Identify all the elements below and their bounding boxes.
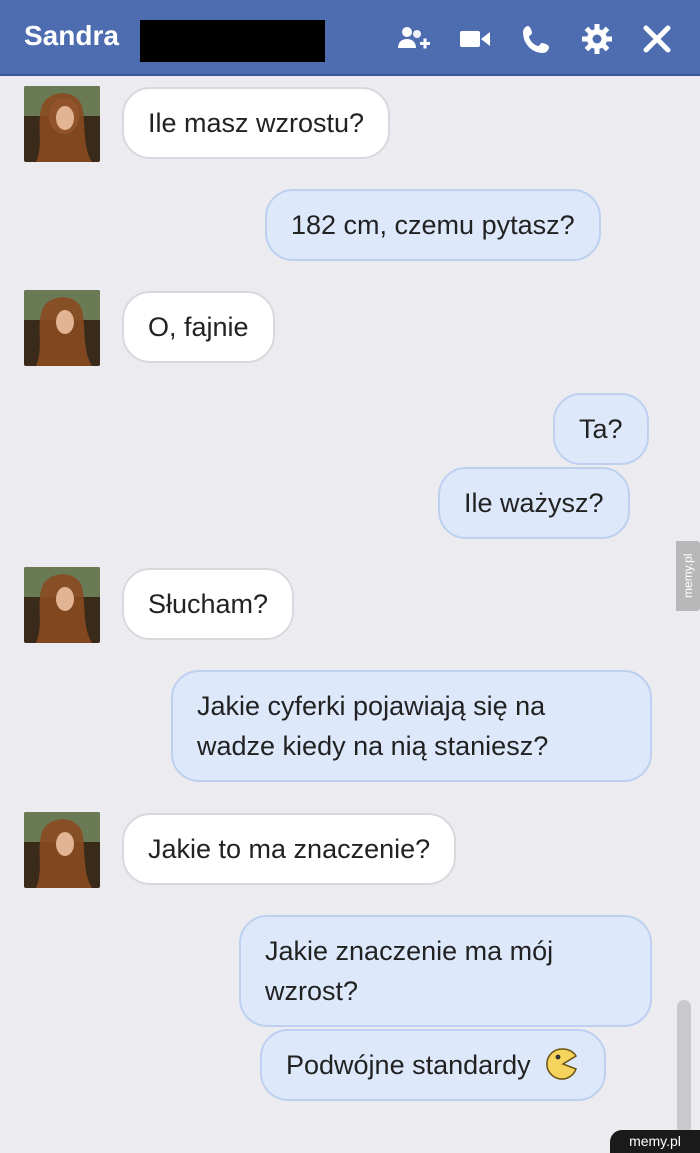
video-camera-icon[interactable] [458,22,492,56]
message-line: wadze kiedy na nią staniesz? [197,731,549,761]
avatar[interactable] [24,567,100,643]
pacman-emoticon-icon [544,1046,580,1082]
message-outgoing: 182 cm, czemu pytasz? [265,189,601,261]
redacted-surname [140,20,325,62]
message-line: Jakie cyferki pojawiają się na [197,691,546,721]
close-icon[interactable] [640,22,674,56]
contact-name[interactable]: Sandra [24,20,119,52]
phone-icon[interactable] [520,22,554,56]
message-incoming: Słucham? [122,568,295,640]
message-incoming: O, fajnie [122,291,275,363]
watermark-corner: memy.pl [610,1130,700,1153]
avatar[interactable] [24,812,100,888]
message-outgoing: Ta? [553,393,649,465]
message-incoming: Jakie to ma znaczenie? [122,813,457,885]
watermark-side: memy.pl [676,541,700,611]
message-text: Podwójne standardy [286,1050,531,1080]
avatar[interactable] [24,86,100,162]
message-outgoing: Podwójne standardy [260,1029,607,1101]
message-outgoing: Jakie znaczenie ma mój wzrost? [239,915,652,1027]
message-list[interactable]: Ile masz wzrostu? 182 cm, czemu pytasz? … [0,76,700,1153]
message-incoming: Ile masz wzrostu? [122,87,391,159]
message-outgoing: Ile ważysz? [438,467,630,539]
message-line: wzrost? [265,976,359,1006]
add-people-icon[interactable] [396,22,430,56]
avatar[interactable] [24,290,100,366]
gear-icon[interactable] [580,22,614,56]
message-line: Jakie znaczenie ma mój [265,936,554,966]
chat-header: Sandra [0,0,700,76]
message-outgoing: Jakie cyferki pojawiają się na wadze kie… [171,670,652,782]
